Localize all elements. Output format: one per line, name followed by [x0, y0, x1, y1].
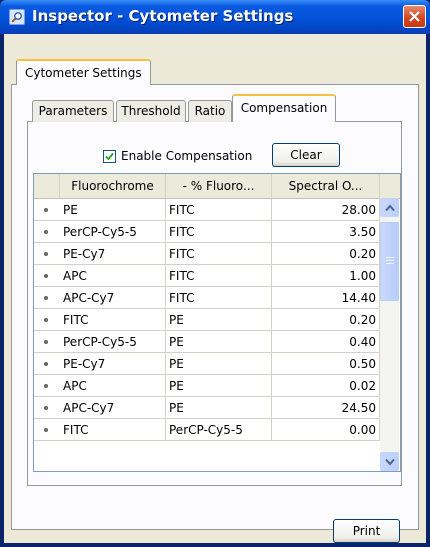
column-header-percent-fluoro[interactable]: - % Fluoro... — [166, 174, 272, 198]
table-row[interactable]: PE-Cy7 FITC 0.20 — [34, 243, 380, 265]
row-bullet-icon — [44, 208, 48, 212]
row-marker-cell — [34, 309, 60, 331]
column-header-spectral-overlap[interactable]: Spectral O... — [272, 174, 380, 198]
row-marker-cell — [34, 287, 60, 309]
cell-fluorochrome[interactable]: APC-Cy7 — [60, 397, 166, 419]
row-marker-cell — [34, 375, 60, 397]
cell-percent-fluoro[interactable]: FITC — [166, 243, 272, 265]
inspector-magnifier-icon — [9, 9, 25, 25]
cell-spectral-overlap[interactable]: 0.20 — [272, 309, 380, 331]
row-bullet-icon — [44, 362, 48, 366]
close-x-icon — [409, 11, 420, 22]
row-bullet-icon — [44, 340, 48, 344]
cell-spectral-overlap[interactable]: 1.00 — [272, 265, 380, 287]
cell-percent-fluoro[interactable]: FITC — [166, 265, 272, 287]
cell-percent-fluoro[interactable]: FITC — [166, 287, 272, 309]
cell-fluorochrome[interactable]: PE — [60, 199, 166, 221]
cell-spectral-overlap[interactable]: 28.00 — [272, 199, 380, 221]
cell-spectral-overlap[interactable]: 0.02 — [272, 375, 380, 397]
row-marker-cell — [34, 353, 60, 375]
close-button[interactable] — [403, 5, 426, 28]
row-bullet-icon — [44, 274, 48, 278]
cell-fluorochrome[interactable]: APC — [60, 375, 166, 397]
table-row[interactable]: APC-Cy7 PE 24.50 — [34, 397, 380, 419]
cell-spectral-overlap[interactable]: 3.50 — [272, 221, 380, 243]
tab-ratio[interactable]: Ratio — [188, 100, 232, 122]
cell-fluorochrome[interactable]: PE-Cy7 — [60, 243, 166, 265]
vertical-scrollbar[interactable] — [380, 198, 399, 471]
title-bar[interactable]: Inspector - Cytometer Settings — [0, 0, 430, 34]
scroll-thumb[interactable] — [380, 222, 399, 301]
cell-fluorochrome[interactable]: APC — [60, 265, 166, 287]
row-marker-cell — [34, 397, 60, 419]
row-marker-cell — [34, 265, 60, 287]
cell-spectral-overlap[interactable]: 0.40 — [272, 331, 380, 353]
cell-percent-fluoro[interactable]: PE — [166, 353, 272, 375]
row-bullet-icon — [44, 252, 48, 256]
inspector-window: Inspector - Cytometer Settings Cytometer… — [0, 0, 430, 547]
row-bullet-icon — [44, 406, 48, 410]
cell-percent-fluoro[interactable]: FITC — [166, 221, 272, 243]
clear-button[interactable]: Clear — [272, 143, 340, 167]
tab-threshold[interactable]: Threshold — [116, 100, 186, 122]
cell-percent-fluoro[interactable]: PE — [166, 309, 272, 331]
table-row[interactable]: APC FITC 1.00 — [34, 265, 380, 287]
row-bullet-icon — [44, 384, 48, 388]
row-marker-cell — [34, 419, 60, 441]
cell-fluorochrome[interactable]: PE-Cy7 — [60, 353, 166, 375]
window-title: Inspector - Cytometer Settings — [32, 7, 294, 25]
scroll-up-button[interactable] — [380, 198, 399, 217]
checkmark-icon — [105, 152, 114, 161]
table-row[interactable]: PerCP-Cy5-5 PE 0.40 — [34, 331, 380, 353]
row-bullet-icon — [44, 318, 48, 322]
cell-spectral-overlap[interactable]: 0.20 — [272, 243, 380, 265]
table-row[interactable]: FITC PerCP-Cy5-5 0.00 — [34, 419, 380, 441]
chevron-up-icon — [385, 204, 395, 212]
scroll-down-button[interactable] — [380, 452, 399, 471]
cell-fluorochrome[interactable]: PerCP-Cy5-5 — [60, 331, 166, 353]
enable-compensation-label: Enable Compensation — [121, 149, 253, 163]
row-marker-cell — [34, 331, 60, 353]
row-bullet-icon — [44, 296, 48, 300]
table-row[interactable]: PE FITC 28.00 — [34, 199, 380, 221]
cell-fluorochrome[interactable]: APC-Cy7 — [60, 287, 166, 309]
cell-fluorochrome[interactable]: FITC — [60, 419, 166, 441]
table-row[interactable]: PerCP-Cy5-5 FITC 3.50 — [34, 221, 380, 243]
enable-compensation-checkbox[interactable] — [103, 150, 116, 163]
row-marker-cell — [34, 221, 60, 243]
table-row[interactable]: APC PE 0.02 — [34, 375, 380, 397]
cell-percent-fluoro[interactable]: PE — [166, 331, 272, 353]
cell-percent-fluoro[interactable]: PerCP-Cy5-5 — [166, 419, 272, 441]
table-row[interactable]: PE-Cy7 PE 0.50 — [34, 353, 380, 375]
table-header: Fluorochrome - % Fluoro... Spectral O... — [34, 174, 400, 199]
cell-spectral-overlap[interactable]: 0.00 — [272, 419, 380, 441]
print-button[interactable]: Print — [333, 519, 400, 543]
cell-percent-fluoro[interactable]: FITC — [166, 199, 272, 221]
cell-fluorochrome[interactable]: PerCP-Cy5-5 — [60, 221, 166, 243]
compensation-table: Fluorochrome - % Fluoro... Spectral O...… — [33, 173, 401, 472]
tab-parameters[interactable]: Parameters — [32, 100, 114, 122]
cell-spectral-overlap[interactable]: 14.40 — [272, 287, 380, 309]
table-row[interactable]: APC-Cy7 FITC 14.40 — [34, 287, 380, 309]
header-marker-cell — [34, 174, 60, 198]
tab-cytometer-settings[interactable]: Cytometer Settings — [16, 59, 151, 85]
row-bullet-icon — [44, 428, 48, 432]
cell-fluorochrome[interactable]: FITC — [60, 309, 166, 331]
chevron-down-icon — [385, 458, 395, 466]
tab-compensation[interactable]: Compensation — [232, 94, 336, 122]
row-marker-cell — [34, 199, 60, 221]
table-row[interactable]: FITC PE 0.20 — [34, 309, 380, 331]
column-header-fluorochrome[interactable]: Fluorochrome — [60, 174, 166, 198]
cell-percent-fluoro[interactable]: PE — [166, 375, 272, 397]
row-marker-cell — [34, 243, 60, 265]
cell-spectral-overlap[interactable]: 24.50 — [272, 397, 380, 419]
row-bullet-icon — [44, 230, 48, 234]
cell-percent-fluoro[interactable]: PE — [166, 397, 272, 419]
cell-spectral-overlap[interactable]: 0.50 — [272, 353, 380, 375]
